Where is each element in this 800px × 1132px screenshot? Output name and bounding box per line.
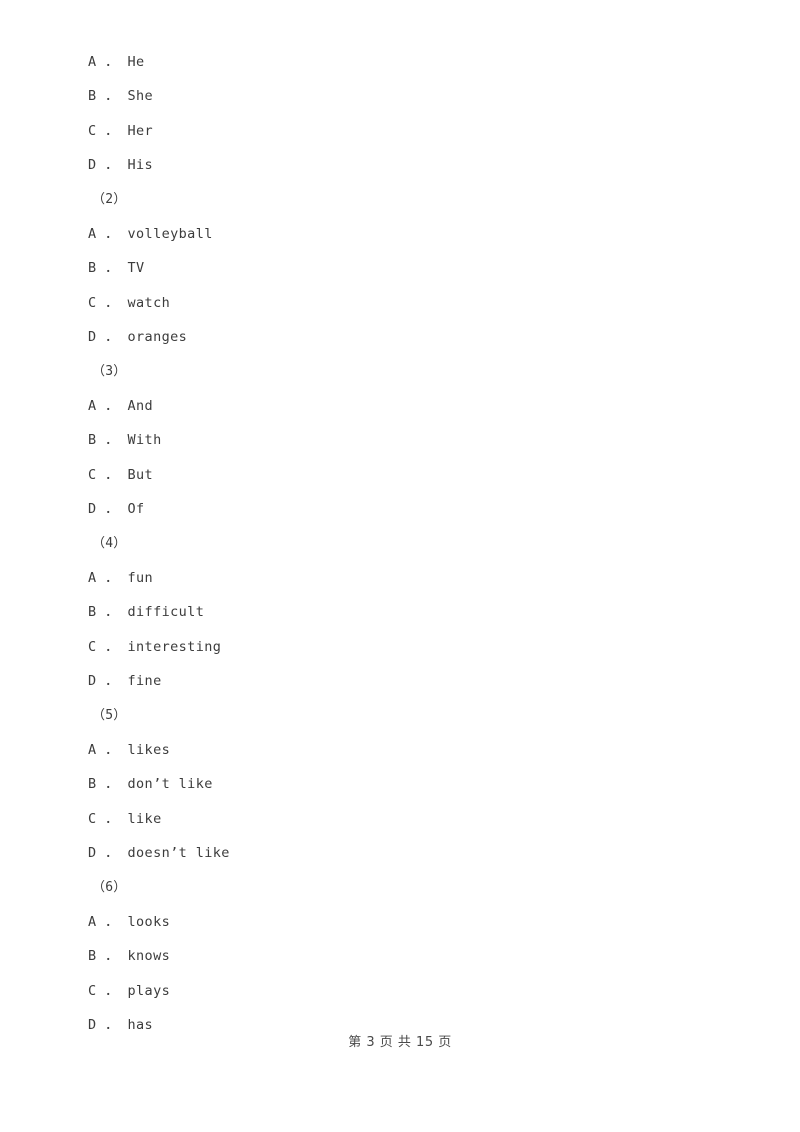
answer-option: C ． Her <box>88 122 154 139</box>
answer-option: A ． fun <box>88 570 154 586</box>
page-footer: 第 3 页 共 15 页 <box>348 1035 452 1050</box>
answer-option: C ． plays <box>88 982 171 999</box>
answer-option: B ． difficult <box>88 604 205 621</box>
answer-option: A ． volleyball <box>88 226 213 242</box>
answer-option: D ． doesn’t like <box>88 845 230 862</box>
answer-option: A ． And <box>88 398 154 414</box>
answer-option: D ． oranges <box>88 329 188 346</box>
answer-option: A ． looks <box>88 914 171 930</box>
answer-option: D ． His <box>88 157 154 174</box>
answer-option: D ． fine <box>88 673 162 690</box>
answer-option: B ． She <box>88 88 154 105</box>
answer-option: B ． With <box>88 432 162 449</box>
answer-option: A ． likes <box>88 742 171 758</box>
question-group-label: （2） <box>92 191 127 207</box>
answer-option: B ． TV <box>88 260 145 277</box>
question-group-label: （6） <box>92 879 127 895</box>
answer-option: C ． watch <box>88 294 171 311</box>
question-group-label: （3） <box>92 363 127 379</box>
answer-option: C ． interesting <box>88 638 222 655</box>
answer-option: C ． But <box>88 466 154 483</box>
question-group-label: （4） <box>92 535 127 551</box>
question-group-label: （5） <box>92 707 127 723</box>
document-page: A ． He B ． She C ． Her D ． His （2） A ． volley… <box>0 0 800 1132</box>
answer-option: B ． don’t like <box>88 776 213 793</box>
answer-option: C ． like <box>88 810 162 827</box>
answer-option: B ． knows <box>88 948 171 965</box>
answer-option: D ． Of <box>88 501 145 518</box>
answer-option: A ． He <box>88 54 145 70</box>
